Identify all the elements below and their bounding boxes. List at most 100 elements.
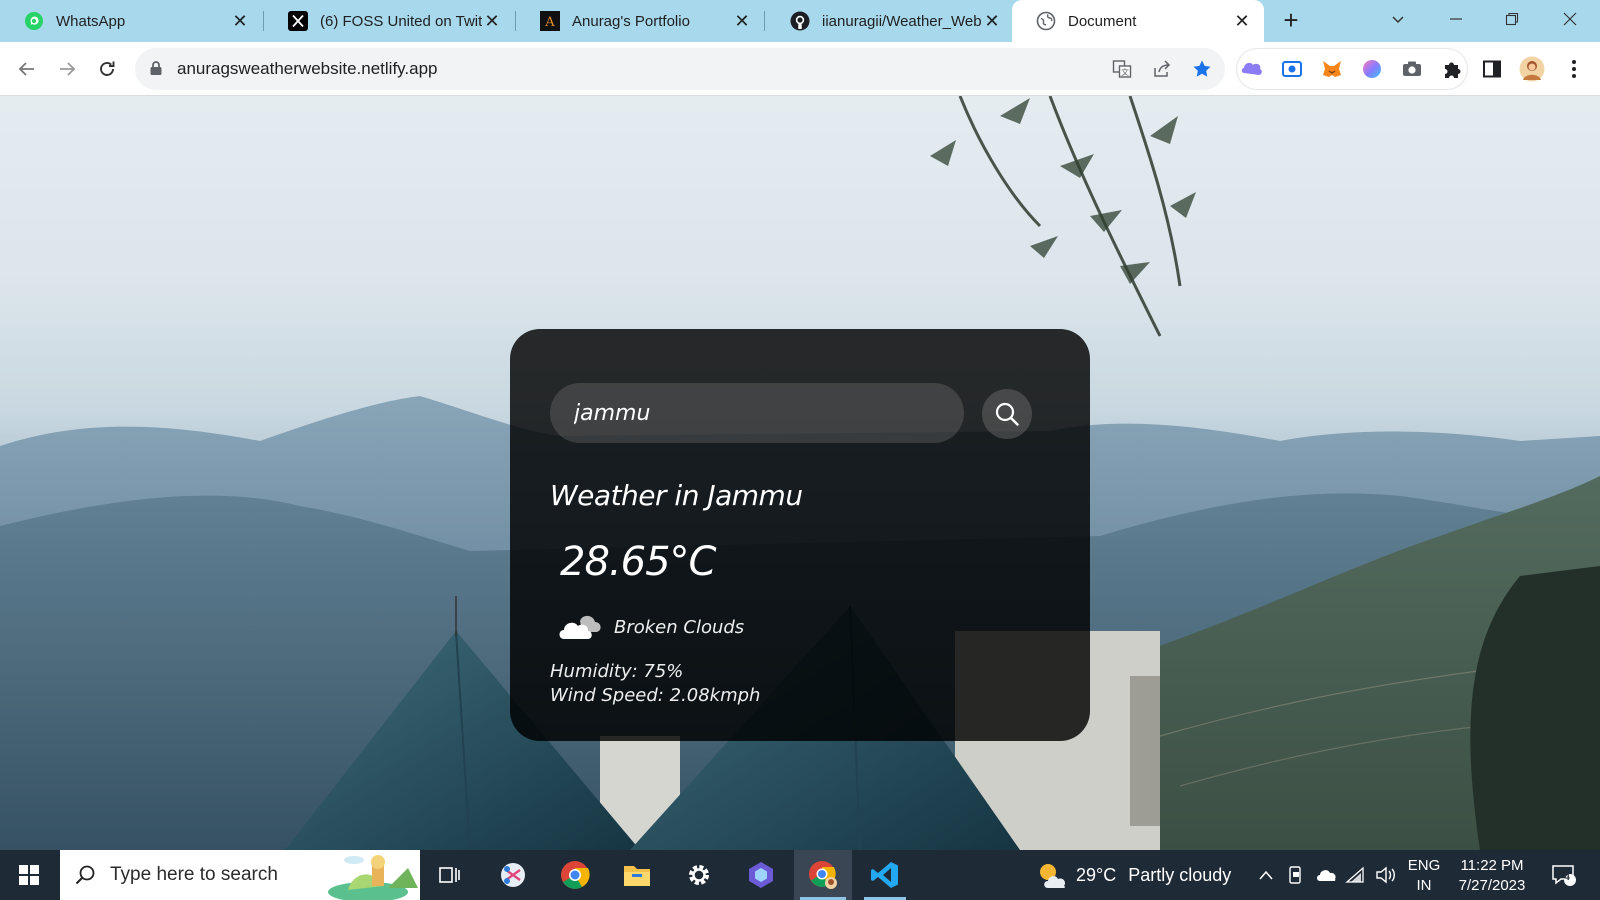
taskbar-app-file-explorer[interactable] <box>608 850 666 900</box>
restore-button[interactable] <box>1484 0 1540 38</box>
start-button[interactable] <box>0 850 58 900</box>
back-button[interactable] <box>12 54 42 84</box>
wind-speed-text: Wind Speed: 2.08kmph <box>550 685 761 706</box>
windows-taskbar: Type here to search 29°C Partly cloudy E… <box>0 850 1600 900</box>
wifi-icon[interactable] <box>1344 863 1368 887</box>
chrome-icon <box>561 861 590 889</box>
globe-icon <box>1036 11 1056 31</box>
broken-clouds-icon <box>559 615 601 639</box>
tab-title: Anurag's Portfolio <box>572 12 690 30</box>
reload-icon <box>100 61 115 76</box>
extensions-group <box>1236 48 1468 90</box>
folder-icon <box>624 866 650 886</box>
url-text[interactable]: anuragsweatherwebsite.netlify.app <box>177 59 438 79</box>
translate-icon[interactable]: 文 <box>1110 57 1134 81</box>
whatsapp-icon <box>24 11 44 31</box>
taskbar-app-chrome-profile[interactable] <box>794 850 852 900</box>
clock-time: 11:22 PM <box>1460 857 1524 874</box>
restore-icon <box>1505 12 1519 26</box>
taskbar-search-box[interactable]: Type here to search <box>60 850 420 900</box>
tab-document[interactable]: Document ✕ <box>1012 0 1264 42</box>
weather-temp: 29°C <box>1076 864 1117 885</box>
svg-text:文: 文 <box>1121 67 1129 77</box>
arrow-left-icon <box>18 62 34 76</box>
new-tab-button[interactable]: + <box>1276 6 1306 36</box>
tab-strip: WhatsApp ✕ (6) FOSS United on Twitte ✕ A… <box>0 0 1600 42</box>
close-tab-icon[interactable]: ✕ <box>982 11 1002 32</box>
city-heading: Weather in Jammu <box>550 479 803 512</box>
tab-search-button[interactable] <box>1370 0 1426 38</box>
svg-text:A: A <box>544 15 555 30</box>
vscode-icon <box>871 862 898 888</box>
input-language-indicator[interactable]: ENG IN <box>1406 856 1442 896</box>
search-button[interactable] <box>982 389 1032 439</box>
close-icon <box>1563 12 1577 26</box>
search-icon <box>995 402 1019 426</box>
tab-whatsapp[interactable]: WhatsApp ✕ <box>0 0 262 42</box>
windows-logo-icon <box>19 865 39 885</box>
partly-cloudy-icon <box>1040 864 1066 888</box>
taskbar-app-launcher[interactable] <box>732 850 790 900</box>
system-clock[interactable]: 11:22 PM 7/27/2023 <box>1452 856 1532 896</box>
meet-now-icon[interactable] <box>1284 863 1308 887</box>
address-bar[interactable]: anuragsweatherwebsite.netlify.app 文 <box>135 48 1225 90</box>
reload-button[interactable] <box>92 54 122 84</box>
chevron-up-icon <box>1259 870 1273 880</box>
arrow-right-icon <box>60 62 76 76</box>
tab-title: WhatsApp <box>56 12 126 30</box>
bookmark-star-icon[interactable] <box>1190 57 1214 81</box>
close-window-button[interactable] <box>1542 0 1598 38</box>
hexagon-app-icon <box>749 862 773 888</box>
taskbar-app-snip[interactable] <box>484 850 542 900</box>
speaker-icon[interactable] <box>1374 863 1398 887</box>
tab-separator <box>764 11 765 31</box>
temperature: 28.65°C <box>560 539 716 585</box>
clock-date: 7/27/2023 <box>1458 877 1526 894</box>
weather-condition: Broken Clouds <box>558 611 744 643</box>
snipping-tool-icon <box>501 863 525 887</box>
x-twitter-icon <box>288 11 308 31</box>
taskbar-search-placeholder: Type here to search <box>110 864 278 885</box>
task-view-button[interactable] <box>420 850 478 900</box>
close-tab-icon[interactable]: ✕ <box>732 11 752 32</box>
search-highlight-illustration-icon <box>328 855 418 900</box>
tab-github[interactable]: iianuragii/Weather_Websi ✕ <box>766 0 1014 42</box>
taskbar-app-vscode[interactable] <box>856 850 914 900</box>
onedrive-cloud-icon[interactable] <box>1314 863 1338 887</box>
condition-description: Broken Clouds <box>614 616 745 638</box>
minimize-button[interactable] <box>1428 0 1484 38</box>
taskbar-weather-widget[interactable]: 29°C Partly cloudy <box>1036 850 1231 900</box>
camera-icon[interactable] <box>1398 55 1426 83</box>
weather-card: Weather in Jammu 28.65°C Broken Clouds H… <box>510 329 1090 741</box>
gear-icon <box>689 865 709 885</box>
show-hidden-icons-button[interactable] <box>1254 863 1278 887</box>
weather-description: Partly cloudy <box>1128 864 1232 885</box>
close-tab-icon[interactable]: ✕ <box>482 11 502 32</box>
share-icon[interactable] <box>1150 57 1174 81</box>
extension-cloud-icon[interactable] <box>1238 55 1266 83</box>
chrome-profile-icon <box>809 861 837 889</box>
tab-title: (6) FOSS United on Twitte <box>320 12 482 30</box>
extension-screen-recorder-icon[interactable] <box>1278 55 1306 83</box>
close-tab-icon[interactable]: ✕ <box>1232 11 1252 32</box>
taskbar-app-settings[interactable] <box>670 850 728 900</box>
tab-portfolio[interactable]: A Anurag's Portfolio ✕ <box>516 0 764 42</box>
metamask-icon[interactable] <box>1318 55 1346 83</box>
side-panel-icon[interactable] <box>1478 55 1506 83</box>
portfolio-icon: A <box>540 11 560 31</box>
extension-gradient-icon[interactable] <box>1358 55 1386 83</box>
lock-icon[interactable] <box>149 60 163 81</box>
taskbar-app-chrome[interactable] <box>546 850 604 900</box>
tab-twitter[interactable]: (6) FOSS United on Twitte ✕ <box>264 0 514 42</box>
chevron-down-icon <box>1392 16 1404 24</box>
close-tab-icon[interactable]: ✕ <box>230 11 250 32</box>
puzzle-extensions-icon[interactable] <box>1438 55 1466 83</box>
tab-title: iianuragii/Weather_Websi <box>822 12 982 30</box>
task-view-icon <box>439 867 460 883</box>
forward-button[interactable] <box>52 54 82 84</box>
minimize-icon <box>1450 18 1462 20</box>
profile-avatar[interactable] <box>1518 55 1546 83</box>
notification-center-button[interactable]: 4 <box>1548 863 1580 887</box>
city-search-input[interactable] <box>550 383 964 443</box>
menu-kebab-icon[interactable] <box>1560 55 1588 83</box>
